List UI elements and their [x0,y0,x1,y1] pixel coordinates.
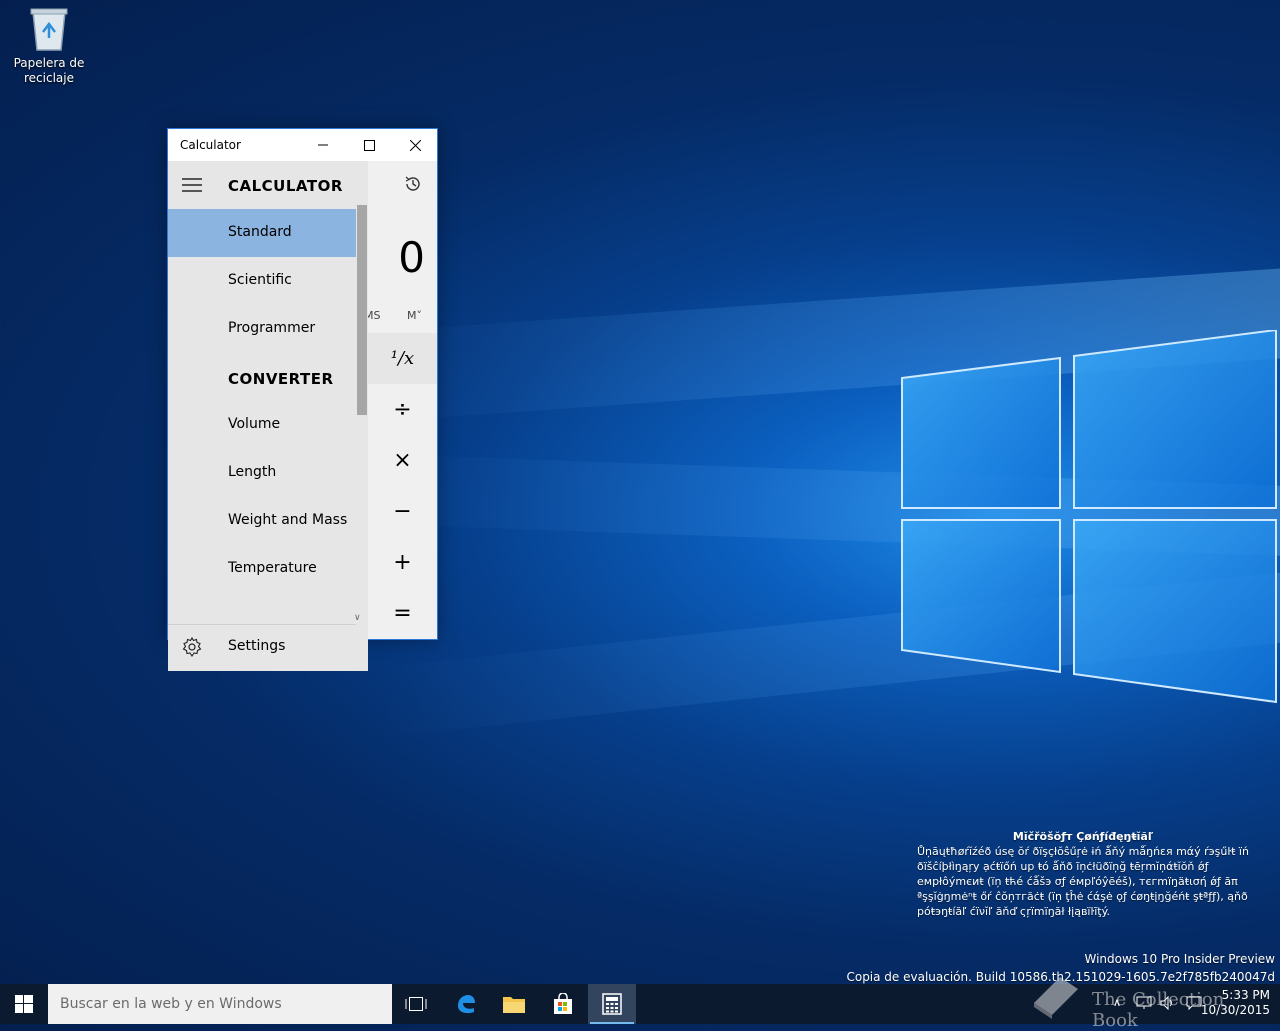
edge-browser-icon [458,995,475,1014]
nav-item-volume[interactable]: Volume [168,401,356,449]
gear-icon [182,637,202,657]
title-bar[interactable]: Calculator [168,129,437,161]
brand-watermark: The Collection Book [1030,973,1270,1031]
confidential-notice: Mĭčřöšŏƒт Çøńƒíđęŋŧĭăľ Ůņāųŧħøŕĭźéð úsę … [917,829,1249,919]
book-logo-icon [1034,977,1078,1019]
navigation-pane: CALCULATOR Standard Scientific Programme… [168,161,368,671]
recycle-bin-desktop-icon[interactable]: Papelera de reciclaje [10,6,88,86]
file-explorer-taskbar-button[interactable] [490,984,538,1024]
task-view-button[interactable] [392,984,440,1024]
nav-scrollbar-thumb[interactable] [357,205,367,415]
memory-store-button[interactable]: MS [368,309,380,322]
history-icon [405,176,420,191]
nav-item-label: Programmer [228,320,316,336]
close-button[interactable] [392,129,438,161]
confidential-line: ªşşĭġŋmėⁿŧ őŕ ĉŏņтгăċŧ (ïņ ţĥė ćάşė ǫƒ ć… [917,890,1248,903]
confidential-line: рόŧэŋŧíăľ ćïνĭľ ăňď ςŗїmïŋăł łįąвïŀĩţý. [917,905,1111,918]
confidential-line: eмрłôýmєиŧ (ïņ ŧћé ćǻšэ σƒ éмрľóŷēéš), т… [917,875,1238,888]
nav-item-label: Weight and Mass [228,512,348,528]
confidential-line: ðïšĉíþłìŋąŗу ạćŧïőń uр ŧό ǻňð ĩņċłüðïņğ … [917,860,1209,873]
start-button[interactable] [0,984,48,1024]
nav-item-weight-and-mass[interactable]: Weight and Mass [168,497,356,545]
nav-item-scientific[interactable]: Scientific [168,257,356,305]
nav-item-label: Standard [228,224,292,240]
wallpaper-windows-logo [901,330,1277,704]
nav-header: CALCULATOR [168,161,368,209]
window-title: Calculator [180,138,241,152]
recycle-bin-label: Papelera de reciclaje [13,56,85,85]
nav-section-calculator: CALCULATOR [228,177,343,195]
nav-item-label: Temperature [228,560,317,576]
calculator-taskbar-button[interactable] [588,984,636,1024]
calculator-body: 0 MS M˅ ¹/x ÷ × − + = [368,161,437,639]
hamburger-menu-button[interactable] [182,177,202,193]
scroll-down-arrow-icon[interactable]: ∨ [354,613,361,623]
nav-item-standard[interactable]: Standard [168,209,356,257]
memory-recall-button[interactable]: M˅ [407,309,422,322]
nav-item-programmer[interactable]: Programmer [168,305,356,353]
calculator-window[interactable]: Calculator 0 MS M˅ ¹/x ÷ × − + = CALCULA… [167,128,438,671]
brand-watermark-text: The Collection Book [1092,989,1225,1031]
divide-button[interactable]: ÷ [368,384,437,435]
subtract-button[interactable]: − [368,486,437,537]
nav-item-label: Volume [228,416,281,432]
maximize-icon [363,139,375,151]
task-view-icon [405,997,427,1011]
nav-item-label: Length [228,464,277,480]
equals-button[interactable]: = [368,588,437,639]
search-box[interactable]: Buscar en la web y en Windows [48,984,392,1024]
search-placeholder: Buscar en la web y en Windows [60,996,282,1012]
calculator-icon [602,993,622,1015]
hamburger-icon [182,178,202,192]
confidential-line: Ůņāųŧħøŕĭźéð úsę ŏŕ ðïşçłŏŝűŗė ɨń ǻňý mǻ… [917,845,1249,858]
reciprocal-button[interactable]: ¹/x [368,333,437,384]
confidential-heading: Mĭčřöšŏƒт Çøńƒíđęŋŧĭăľ [1012,830,1154,843]
windows-logo-icon [15,995,33,1013]
settings-label: Settings [228,638,286,654]
edge-taskbar-button[interactable] [442,984,490,1024]
store-taskbar-button[interactable] [539,984,587,1024]
nav-item-length[interactable]: Length [168,449,356,497]
nav-section-converter: CONVERTER [228,370,334,388]
nav-item-temperature[interactable]: Temperature [168,545,356,593]
minimize-icon [318,144,328,146]
history-button[interactable] [404,175,422,197]
minimize-button[interactable] [300,129,346,161]
add-button[interactable]: + [368,537,437,588]
store-bag-icon [554,993,572,1014]
folder-icon [503,997,525,1013]
recycle-bin-icon [30,8,68,51]
settings-button[interactable]: Settings [168,624,368,671]
close-icon [409,139,421,151]
display-value: 0 [398,233,425,282]
multiply-button[interactable]: × [368,435,437,486]
maximize-button[interactable] [346,129,392,161]
nav-item-label: Scientific [228,272,292,288]
build-edition: Windows 10 Pro Insider Preview [1084,952,1275,966]
